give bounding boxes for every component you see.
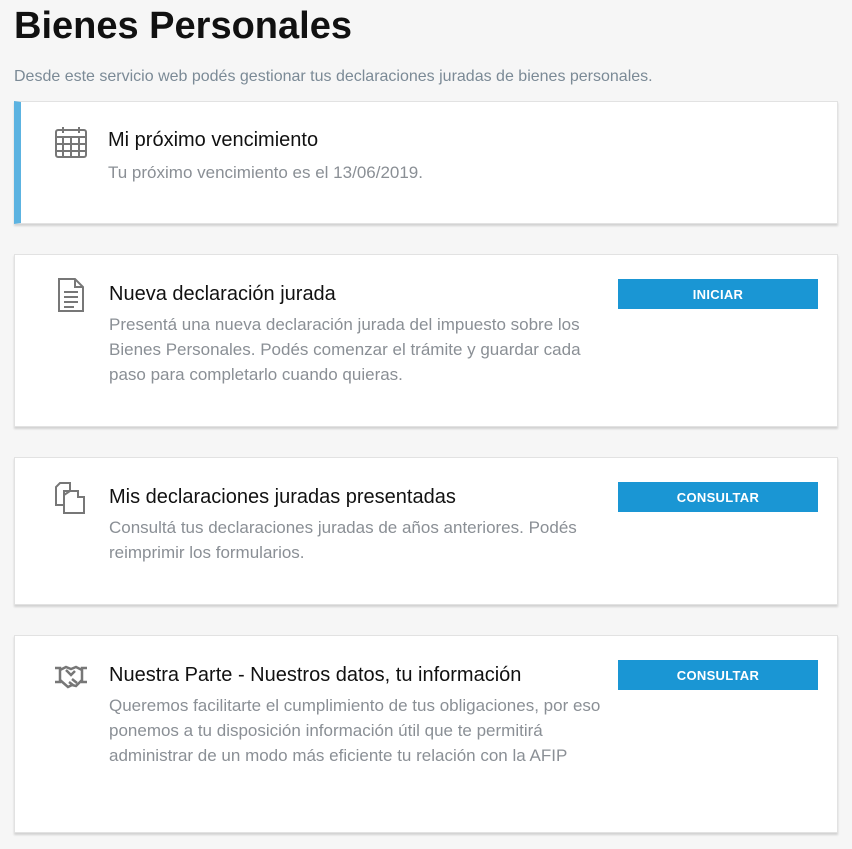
handshake-icon [55, 665, 87, 689]
card-new-declaration: Nueva declaración jurada Presentá una nu… [14, 254, 838, 427]
card-our-part: Nuestra Parte - Nuestros datos, tu infor… [14, 635, 838, 833]
consult-declarations-button[interactable]: CONSULTAR [618, 482, 818, 512]
page-subtitle: Desde este servicio web podés gestionar … [14, 68, 653, 85]
start-button[interactable]: INICIAR [618, 279, 818, 309]
card-submitted-declarations: Mis declaraciones juradas presentadas Co… [14, 457, 838, 605]
copies-icon [55, 482, 85, 514]
card-description: Presentá una nueva declaración jurada de… [109, 315, 581, 384]
card-title: Nueva declaración jurada [109, 283, 336, 305]
card-description: Consultá tus declaraciones juradas de añ… [109, 518, 577, 562]
document-icon [58, 278, 84, 312]
card-next-due-date: Mi próximo vencimiento Tu próximo vencim… [14, 101, 838, 224]
calendar-icon [55, 127, 87, 158]
consult-our-part-button[interactable]: CONSULTAR [618, 660, 818, 690]
card-title: Nuestra Parte - Nuestros datos, tu infor… [109, 664, 522, 686]
page-title: Bienes Personales [14, 5, 352, 47]
card-title: Mi próximo vencimiento [108, 129, 319, 151]
card-title: Mis declaraciones juradas presentadas [109, 486, 456, 508]
card-description: Tu próximo vencimiento es el 13/06/2019. [108, 163, 423, 182]
card-description: Queremos facilitarte el cumplimiento de … [109, 696, 601, 765]
